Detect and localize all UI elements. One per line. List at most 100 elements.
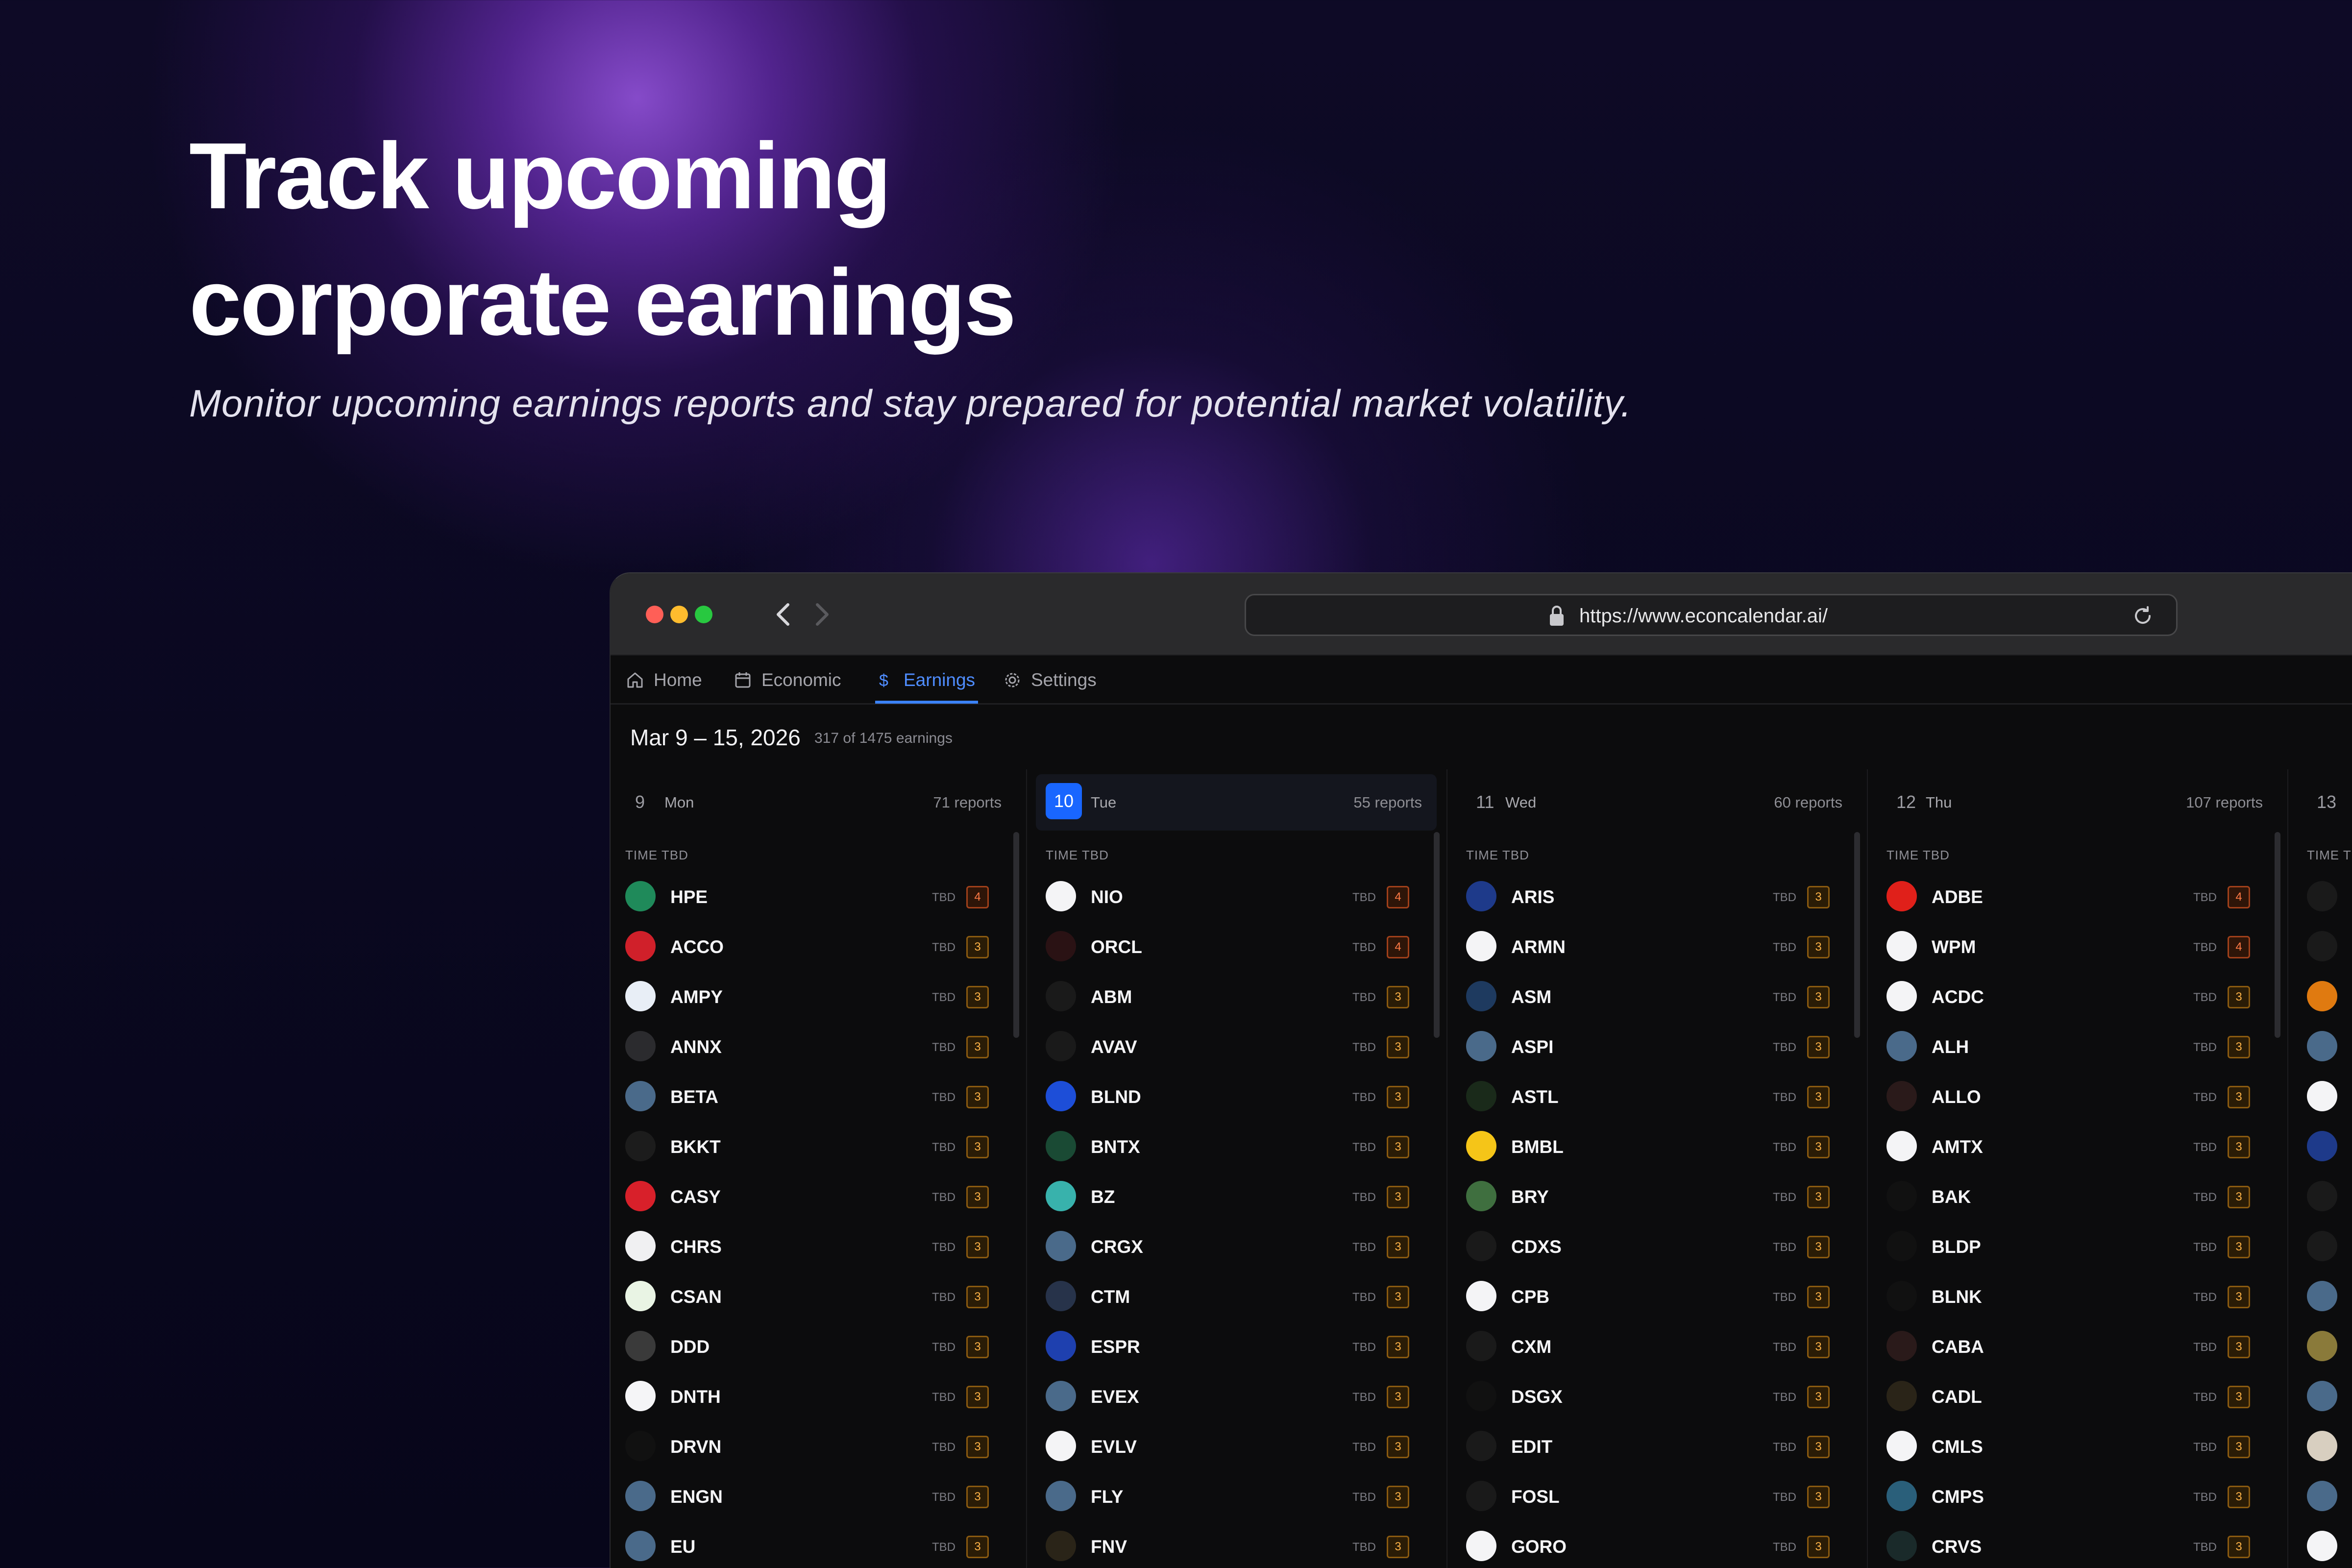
earnings-row[interactable] — [2292, 872, 2352, 922]
earnings-row[interactable]: BZ TBD 3 — [1031, 1172, 1442, 1222]
earnings-row[interactable]: WPM TBD 4 — [1872, 922, 2282, 972]
earnings-row[interactable]: FLY TBD 3 — [1031, 1472, 1442, 1522]
earnings-row[interactable]: CRVS TBD 3 — [1872, 1522, 2282, 1568]
earnings-row[interactable] — [2292, 1472, 2352, 1522]
earnings-row[interactable]: ESPR TBD 3 — [1031, 1322, 1442, 1372]
earnings-row[interactable]: CMPS TBD 3 — [1872, 1472, 2282, 1522]
close-window-button[interactable] — [646, 606, 663, 623]
forward-arrow-icon[interactable] — [808, 599, 837, 630]
earnings-row[interactable]: BNTX TBD 3 — [1031, 1122, 1442, 1172]
earnings-row[interactable] — [2292, 1422, 2352, 1472]
company-logo-icon — [2307, 881, 2337, 911]
earnings-row[interactable]: ADBE TBD 4 — [1872, 872, 2282, 922]
earnings-row[interactable]: CSAN TBD 3 — [611, 1272, 1021, 1322]
earnings-row[interactable]: BAK TBD 3 — [1872, 1172, 2282, 1222]
earnings-row[interactable] — [2292, 1072, 2352, 1122]
earnings-row[interactable]: AVAV TBD 3 — [1031, 1022, 1442, 1072]
earnings-row[interactable]: BETA TBD 3 — [611, 1072, 1021, 1122]
earnings-row[interactable]: CDXS TBD 3 — [1451, 1222, 1862, 1272]
earnings-row[interactable]: ARMN TBD 3 — [1451, 922, 1862, 972]
report-time: TBD — [1352, 1041, 1376, 1054]
report-time: TBD — [1352, 1341, 1376, 1354]
report-time: TBD — [1773, 1341, 1796, 1354]
earnings-row[interactable]: ARIS TBD 3 — [1451, 872, 1862, 922]
earnings-row[interactable]: BRY TBD 3 — [1451, 1172, 1862, 1222]
earnings-row[interactable] — [2292, 1122, 2352, 1172]
earnings-row[interactable]: ORCL TBD 4 — [1031, 922, 1442, 972]
earnings-row[interactable]: ANNX TBD 3 — [611, 1022, 1021, 1072]
earnings-row[interactable]: DDD TBD 3 — [611, 1322, 1021, 1372]
earnings-row[interactable] — [2292, 1372, 2352, 1422]
earnings-row[interactable]: NIO TBD 4 — [1031, 872, 1442, 922]
earnings-row[interactable] — [2292, 1272, 2352, 1322]
earnings-row[interactable]: ASM TBD 3 — [1451, 972, 1862, 1022]
zoom-window-button[interactable] — [695, 606, 712, 623]
earnings-row[interactable]: ALH TBD 3 — [1872, 1022, 2282, 1072]
earnings-row[interactable]: BMBL TBD 3 — [1451, 1122, 1862, 1172]
earnings-row[interactable]: CTM TBD 3 — [1031, 1272, 1442, 1322]
back-arrow-icon[interactable] — [768, 599, 798, 630]
address-bar[interactable]: https://www.econcalendar.ai/ — [1245, 594, 2178, 636]
company-logo-icon — [2307, 1381, 2337, 1411]
earnings-row[interactable]: ABM TBD 3 — [1031, 972, 1442, 1022]
earnings-row[interactable] — [2292, 1222, 2352, 1272]
earnings-row[interactable]: BLNK TBD 3 — [1872, 1272, 2282, 1322]
tab-economic[interactable]: Economic — [733, 656, 841, 705]
tab-settings[interactable]: Settings — [1003, 656, 1097, 705]
earnings-row[interactable]: AMPY TBD 3 — [611, 972, 1021, 1022]
earnings-row[interactable]: DSGX TBD 3 — [1451, 1372, 1862, 1422]
earnings-row[interactable]: ASPI TBD 3 — [1451, 1022, 1862, 1072]
earnings-row[interactable] — [2292, 972, 2352, 1022]
earnings-row[interactable]: CRGX TBD 3 — [1031, 1222, 1442, 1272]
earnings-row[interactable]: DRVN TBD 3 — [611, 1422, 1021, 1472]
day-header[interactable]: 11 Wed 60 reports — [1456, 774, 1857, 831]
minimize-window-button[interactable] — [670, 606, 688, 623]
earnings-row[interactable] — [2292, 922, 2352, 972]
earnings-row[interactable]: ASTL TBD 3 — [1451, 1072, 1862, 1122]
earnings-row[interactable]: EDIT TBD 3 — [1451, 1422, 1862, 1472]
earnings-row[interactable]: CABA TBD 3 — [1872, 1322, 2282, 1372]
reload-icon[interactable] — [2132, 605, 2154, 627]
earnings-row[interactable]: AMTX TBD 3 — [1872, 1122, 2282, 1172]
earnings-row[interactable]: CMLS TBD 3 — [1872, 1422, 2282, 1472]
earnings-row[interactable]: ACDC TBD 3 — [1872, 972, 2282, 1022]
earnings-row[interactable]: EU TBD 3 — [611, 1522, 1021, 1568]
earnings-row[interactable] — [2292, 1322, 2352, 1372]
earnings-row[interactable]: FNV TBD 3 — [1031, 1522, 1442, 1568]
gear-icon — [1005, 673, 1020, 687]
company-logo-icon — [1466, 1481, 1496, 1511]
day-header[interactable]: 9 Mon 71 reports — [615, 774, 1016, 831]
earnings-row[interactable]: ACCO TBD 3 — [611, 922, 1021, 972]
report-time: TBD — [932, 891, 956, 904]
report-time: TBD — [1352, 1141, 1376, 1154]
earnings-row[interactable]: DNTH TBD 3 — [611, 1372, 1021, 1422]
earnings-row[interactable]: EVLV TBD 3 — [1031, 1422, 1442, 1472]
earnings-row[interactable] — [2292, 1522, 2352, 1568]
earnings-row[interactable]: HPE TBD 4 — [611, 872, 1021, 922]
earnings-row[interactable]: BLND TBD 3 — [1031, 1072, 1442, 1122]
earnings-row[interactable] — [2292, 1022, 2352, 1072]
day-header[interactable]: 10 Tue 55 reports — [1036, 774, 1437, 831]
importance-badge: 3 — [1807, 1536, 1830, 1558]
earnings-row[interactable]: BLDP TBD 3 — [1872, 1222, 2282, 1272]
earnings-row[interactable]: CHRS TBD 3 — [611, 1222, 1021, 1272]
earnings-row[interactable]: CPB TBD 3 — [1451, 1272, 1862, 1322]
tab-earnings[interactable]: $ Earnings — [875, 656, 975, 705]
day-header[interactable]: 12 Thu 107 reports — [1877, 774, 2278, 831]
earnings-row[interactable]: ALLO TBD 3 — [1872, 1072, 2282, 1122]
earnings-row[interactable]: CXM TBD 3 — [1451, 1322, 1862, 1372]
day-header[interactable]: 13 — [2297, 774, 2352, 831]
earnings-row[interactable]: ENGN TBD 3 — [611, 1472, 1021, 1522]
earnings-row[interactable]: GORO TBD 3 — [1451, 1522, 1862, 1568]
tab-home[interactable]: Home — [625, 656, 702, 705]
ticker-symbol: BLNK — [1932, 1287, 1982, 1307]
earnings-row[interactable]: BKKT TBD 3 — [611, 1122, 1021, 1172]
earnings-row[interactable]: CADL TBD 3 — [1872, 1372, 2282, 1422]
earnings-row[interactable]: EVEX TBD 3 — [1031, 1372, 1442, 1422]
day-number: 12 — [1896, 792, 1916, 812]
earnings-row[interactable]: FOSL TBD 3 — [1451, 1472, 1862, 1522]
earnings-row[interactable]: CASY TBD 3 — [611, 1172, 1021, 1222]
report-time: TBD — [2193, 1441, 2217, 1454]
ticker-symbol: AVAV — [1091, 1037, 1137, 1057]
earnings-row[interactable] — [2292, 1172, 2352, 1222]
